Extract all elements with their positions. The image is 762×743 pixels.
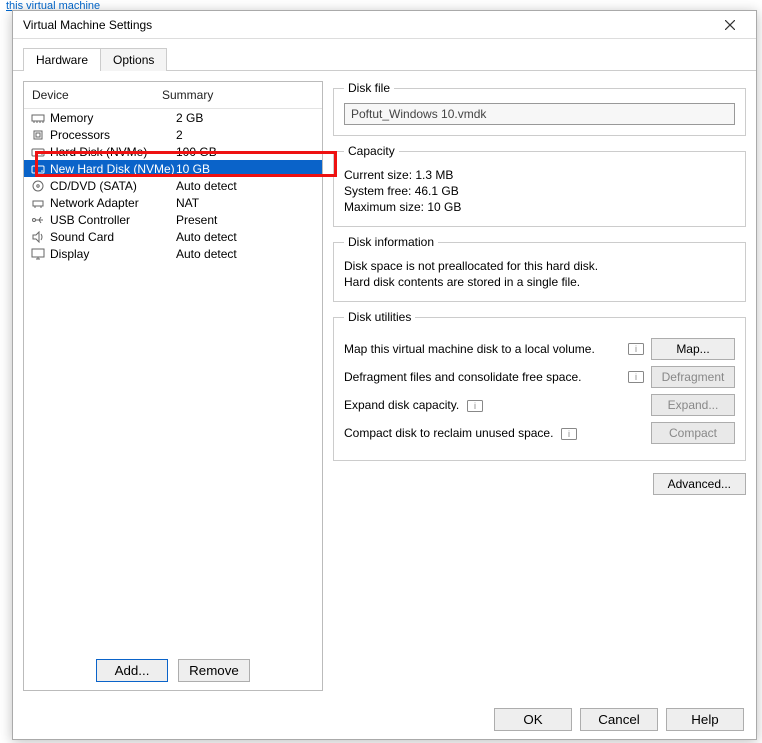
column-summary: Summary — [162, 88, 213, 102]
device-row[interactable]: Sound CardAuto detect — [24, 228, 322, 245]
device-row[interactable]: DisplayAuto detect — [24, 245, 322, 262]
util-compact-label: Compact disk to reclaim unused space. i — [344, 426, 645, 440]
add-button[interactable]: Add... — [96, 659, 168, 682]
cancel-button[interactable]: Cancel — [580, 708, 658, 731]
ok-button[interactable]: OK — [494, 708, 572, 731]
device-name: CD/DVD (SATA) — [50, 179, 176, 193]
util-expand-row: Expand disk capacity. i Expand... — [344, 394, 735, 416]
capacity-max: Maximum size: 10 GB — [344, 200, 735, 214]
device-list[interactable]: Memory2 GBProcessors2Hard Disk (NVMe)100… — [24, 109, 322, 651]
usb-icon — [30, 213, 46, 227]
display-icon — [30, 247, 46, 261]
compact-button: Compact — [651, 422, 735, 444]
capacity-current: Current size: 1.3 MB — [344, 168, 735, 182]
util-expand-label: Expand disk capacity. i — [344, 398, 645, 412]
disk-utilities-legend: Disk utilities — [344, 310, 415, 324]
util-map-row: Map this virtual machine disk to a local… — [344, 338, 735, 360]
net-icon — [30, 196, 46, 210]
device-list-header: Device Summary — [24, 82, 322, 109]
remove-button[interactable]: Remove — [178, 659, 250, 682]
device-summary: Auto detect — [176, 179, 316, 193]
expand-button: Expand... — [651, 394, 735, 416]
device-name: Display — [50, 247, 176, 261]
util-defrag-label: Defragment files and consolidate free sp… — [344, 370, 621, 384]
help-icon[interactable]: i — [561, 428, 577, 440]
svg-text:i: i — [635, 372, 637, 382]
disk-icon — [30, 162, 46, 176]
device-row[interactable]: USB ControllerPresent — [24, 211, 322, 228]
device-name: USB Controller — [50, 213, 176, 227]
device-summary: 100 GB — [176, 145, 316, 159]
map-button[interactable]: Map... — [651, 338, 735, 360]
disk-info-legend: Disk information — [344, 235, 438, 249]
disk-info-line1: Disk space is not preallocated for this … — [344, 259, 735, 273]
device-name: New Hard Disk (NVMe) — [50, 162, 176, 176]
device-row[interactable]: Hard Disk (NVMe)100 GB — [24, 143, 322, 160]
disk-icon — [30, 145, 46, 159]
capacity-group: Capacity Current size: 1.3 MB System fre… — [333, 144, 746, 227]
detail-panel: Disk file Poftut_Windows 10.vmdk Capacit… — [333, 81, 746, 691]
device-row[interactable]: Memory2 GB — [24, 109, 322, 126]
device-summary: Present — [176, 213, 316, 227]
titlebar: Virtual Machine Settings — [13, 11, 756, 39]
disk-utilities-group: Disk utilities Map this virtual machine … — [333, 310, 746, 461]
close-icon — [725, 20, 735, 30]
util-compact-row: Compact disk to reclaim unused space. i … — [344, 422, 735, 444]
advanced-row: Advanced... — [333, 473, 746, 495]
device-summary: Auto detect — [176, 247, 316, 261]
device-summary: NAT — [176, 196, 316, 210]
disk-file-group: Disk file Poftut_Windows 10.vmdk — [333, 81, 746, 136]
svg-text:i: i — [568, 429, 570, 439]
device-name: Sound Card — [50, 230, 176, 244]
memory-icon — [30, 111, 46, 125]
settings-window: Virtual Machine Settings Hardware Option… — [12, 10, 757, 740]
disk-info-line2: Hard disk contents are stored in a singl… — [344, 275, 735, 289]
tab-options[interactable]: Options — [100, 48, 167, 71]
device-row[interactable]: Processors2 — [24, 126, 322, 143]
device-panel: Device Summary Memory2 GBProcessors2Hard… — [23, 81, 323, 691]
dialog-footer: OK Cancel Help — [494, 708, 744, 731]
device-name: Hard Disk (NVMe) — [50, 145, 176, 159]
device-buttons: Add... Remove — [24, 651, 322, 690]
device-name: Memory — [50, 111, 176, 125]
cd-icon — [30, 179, 46, 193]
cpu-icon — [30, 128, 46, 142]
capacity-legend: Capacity — [344, 144, 399, 158]
help-icon[interactable]: i — [627, 342, 645, 356]
device-row[interactable]: New Hard Disk (NVMe)10 GB — [24, 160, 322, 177]
defragment-button: Defragment — [651, 366, 735, 388]
tab-strip: Hardware Options — [13, 39, 756, 71]
device-summary: 2 — [176, 128, 316, 142]
svg-text:i: i — [635, 344, 637, 354]
sound-icon — [30, 230, 46, 244]
column-device: Device — [32, 88, 162, 102]
tab-hardware[interactable]: Hardware — [23, 48, 101, 71]
disk-file-legend: Disk file — [344, 81, 394, 95]
dialog-body: Device Summary Memory2 GBProcessors2Hard… — [13, 71, 756, 701]
device-row[interactable]: CD/DVD (SATA)Auto detect — [24, 177, 322, 194]
device-summary: 2 GB — [176, 111, 316, 125]
device-name: Network Adapter — [50, 196, 176, 210]
device-row[interactable]: Network AdapterNAT — [24, 194, 322, 211]
capacity-free: System free: 46.1 GB — [344, 184, 735, 198]
window-title: Virtual Machine Settings — [23, 18, 710, 32]
device-summary: Auto detect — [176, 230, 316, 244]
help-icon[interactable]: i — [627, 370, 645, 384]
util-defrag-row: Defragment files and consolidate free sp… — [344, 366, 735, 388]
device-summary: 10 GB — [176, 162, 316, 176]
help-icon[interactable]: i — [467, 400, 483, 412]
close-button[interactable] — [710, 12, 750, 38]
svg-text:i: i — [474, 401, 476, 411]
advanced-button[interactable]: Advanced... — [653, 473, 746, 495]
help-button[interactable]: Help — [666, 708, 744, 731]
device-name: Processors — [50, 128, 176, 142]
util-map-label: Map this virtual machine disk to a local… — [344, 342, 621, 356]
disk-file-path: Poftut_Windows 10.vmdk — [344, 103, 735, 125]
disk-info-group: Disk information Disk space is not preal… — [333, 235, 746, 302]
